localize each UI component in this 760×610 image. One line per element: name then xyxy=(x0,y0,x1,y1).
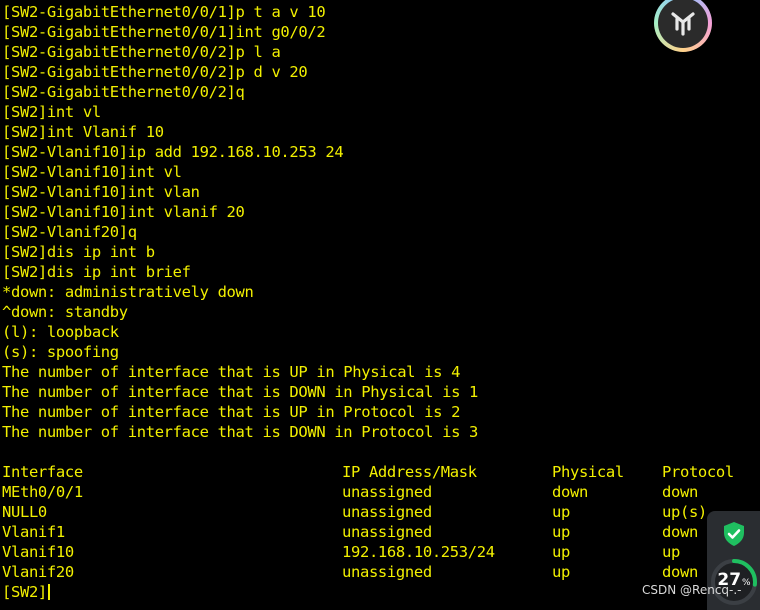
table-row-cell: up xyxy=(552,503,570,521)
table-row-cell: MEth0/0/1 xyxy=(2,483,83,501)
terminal-line: [SW2-Vlanif10]ip add 192.168.10.253 24 xyxy=(2,143,344,161)
terminal-line: [SW2-Vlanif10]int vlanif 20 xyxy=(2,203,245,221)
table-row-cell: down xyxy=(662,523,698,541)
table-row-cell: unassigned xyxy=(342,503,432,521)
terminal-line: [SW2]int Vlanif 10 xyxy=(2,123,164,141)
table-row-cell: unassigned xyxy=(342,483,432,501)
table-row-cell: NULL0 xyxy=(2,503,47,521)
table-header-cell: Protocol xyxy=(662,463,734,481)
table-row-cell: up xyxy=(552,563,570,581)
table-header-cell: IP Address/Mask xyxy=(342,463,477,481)
table-row-cell: Vlanif20 xyxy=(2,563,74,581)
table-header-cell: Physical xyxy=(552,463,624,481)
terminal-line: ^down: standby xyxy=(2,303,128,321)
prompt-text: [SW2] xyxy=(2,583,47,601)
terminal-line: The number of interface that is UP in Ph… xyxy=(2,363,461,381)
table-row-cell: up(s) xyxy=(662,503,707,521)
table-row-cell: up xyxy=(552,523,570,541)
table-row-cell: up xyxy=(552,543,570,561)
terminal-line: The number of interface that is DOWN in … xyxy=(2,423,479,441)
table-row: NULL0 unassigned up up(s) xyxy=(2,502,758,522)
terminal-line: (s): spoofing xyxy=(2,343,119,361)
table-row-cell: unassigned xyxy=(342,563,432,581)
table-row-cell: 192.168.10.253/24 xyxy=(342,543,495,561)
table-header-cell: Interface xyxy=(2,463,83,481)
table-row: Vlanif10 192.168.10.253/24 up up xyxy=(2,542,758,562)
terminal-line: [SW2-GigabitEthernet0/0/1]int g0/0/2 xyxy=(2,23,326,41)
terminal-line: [SW2]int vl xyxy=(2,103,101,121)
terminal-line: [SW2-GigabitEthernet0/0/1]p t a v 10 xyxy=(2,3,326,21)
terminal-line: (l): loopback xyxy=(2,323,119,341)
table-row-cell: up xyxy=(662,543,680,561)
table-row: MEth0/0/1 unassigned down down xyxy=(2,482,758,502)
terminal-line: The number of interface that is DOWN in … xyxy=(2,383,479,401)
terminal-line: [SW2-GigabitEthernet0/0/2]p l a xyxy=(2,43,281,61)
terminal-line: [SW2-Vlanif10]int vlan xyxy=(2,183,200,201)
usage-gauge: 27% xyxy=(709,557,759,607)
table-row-cell: Vlanif10 xyxy=(2,543,74,561)
shield-check-icon xyxy=(724,522,744,546)
terminal-line: *down: administratively down xyxy=(2,283,254,301)
terminal-line: [SW2-Vlanif10]int vl xyxy=(2,163,182,181)
terminal-line: [SW2-Vlanif20]q xyxy=(2,223,137,241)
table-row-cell: down xyxy=(662,563,698,581)
text-cursor xyxy=(47,584,50,600)
terminal-line: [SW2]dis ip int brief xyxy=(2,263,191,281)
terminal-line: [SW2-GigabitEthernet0/0/2]q xyxy=(2,83,245,101)
table-row-cell: Vlanif1 xyxy=(2,523,65,541)
watermark-text: CSDN @Rencq-.- xyxy=(642,583,742,597)
terminal-line: [SW2-GigabitEthernet0/0/2]p d v 20 xyxy=(2,63,308,81)
table-row: Vlanif20 unassigned up down xyxy=(2,562,758,582)
table-row-cell: down xyxy=(552,483,588,501)
table-row: Vlanif1 unassigned up down xyxy=(2,522,758,542)
table-row-cell: unassigned xyxy=(342,523,432,541)
table-header: Interface IP Address/Mask Physical Protocol xyxy=(2,462,758,482)
table-row-cell: down xyxy=(662,483,698,501)
terminal-line: [SW2]dis ip int b xyxy=(2,243,155,261)
terminal-line: The number of interface that is UP in Pr… xyxy=(2,403,461,421)
terminal-window[interactable]: [SW2-GigabitEthernet0/0/1]p t a v 10 [SW2… xyxy=(2,2,758,608)
